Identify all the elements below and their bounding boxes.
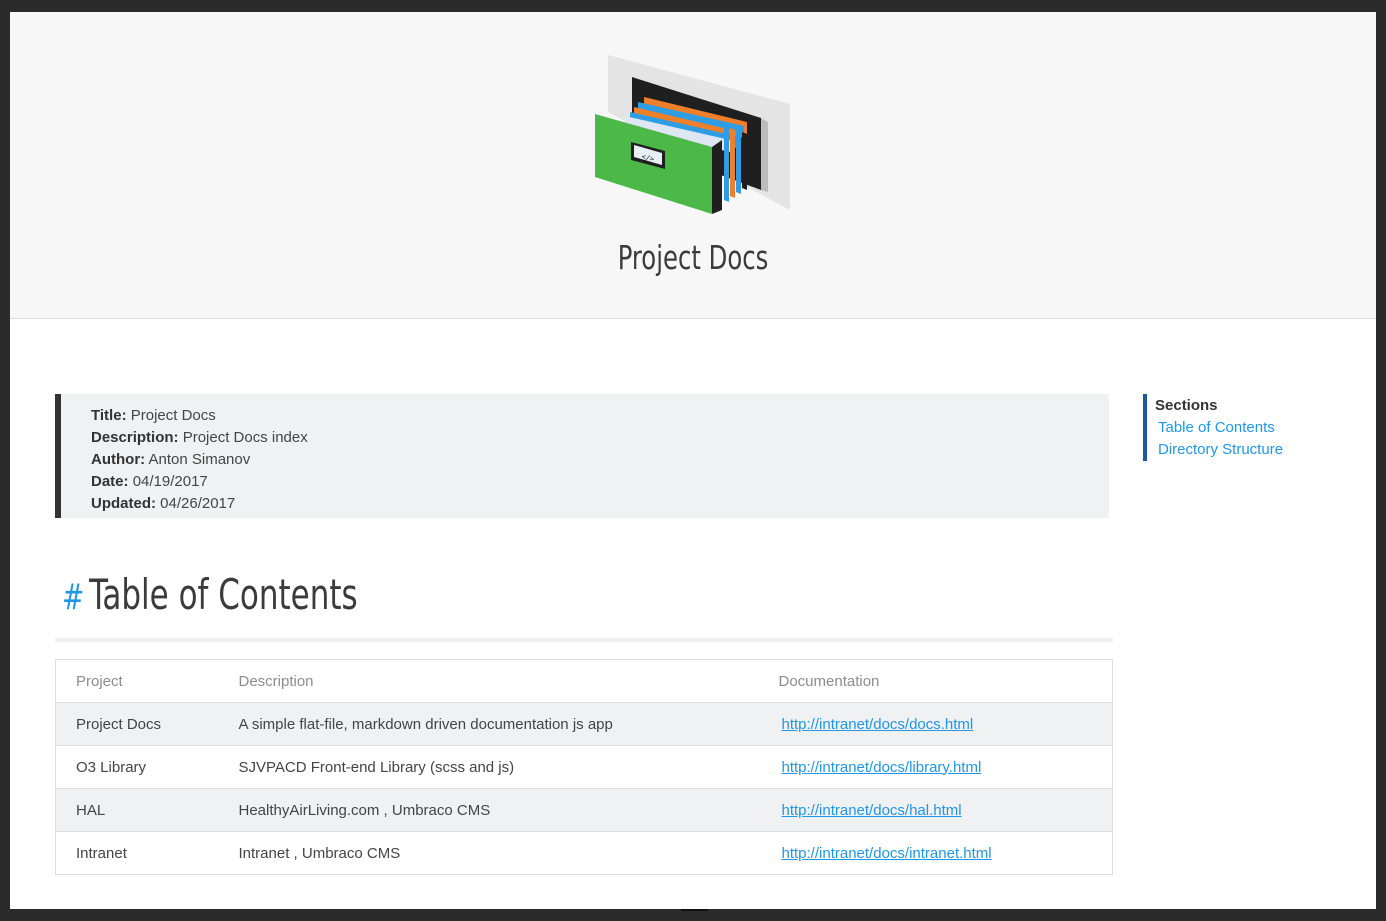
documentation-cell: http://intranet/docs/intranet.html — [758, 831, 1113, 875]
meta-date: Date: 04/19/2017 — [91, 471, 1109, 493]
meta-author: Author: Anton Simanov — [91, 449, 1109, 471]
meta-updated: Updated: 04/26/2017 — [91, 493, 1109, 515]
meta-description-value: Project Docs index — [182, 429, 308, 446]
doc-link[interactable]: http://intranet/docs/hal.html — [779, 802, 965, 819]
sidebar-link-table-of-contents[interactable]: Table of Contents — [1155, 417, 1283, 439]
column-header-description: Description — [218, 659, 759, 703]
description-cell: SJVPACD Front-end Library (scss and js) — [218, 745, 759, 789]
project-cell: HAL — [55, 788, 219, 832]
meta-title: Title: Project Docs — [91, 405, 1109, 427]
doc-link[interactable]: http://intranet/docs/intranet.html — [779, 845, 995, 862]
description-cell: HealthyAirLiving.com , Umbraco CMS — [218, 788, 759, 832]
sidebar-link-directory-structure[interactable]: Directory Structure — [1155, 439, 1283, 461]
meta-title-value: Project Docs — [130, 407, 216, 424]
table-row: O3 Library SJVPACD Front-end Library (sc… — [55, 745, 1113, 789]
meta-title-label: Title: — [91, 407, 127, 424]
doc-link[interactable]: http://intranet/docs/library.html — [779, 759, 985, 776]
meta-description-label: Description: — [91, 429, 179, 446]
projects-table: Project Description Documentation Projec… — [55, 659, 1113, 875]
meta-author-label: Author: — [91, 451, 146, 468]
description-cell: A simple flat-file, markdown driven docu… — [218, 702, 759, 746]
table-row: HAL HealthyAirLiving.com , Umbraco CMS h… — [55, 788, 1113, 832]
toc-heading-text: Table of Contents — [89, 570, 358, 619]
documentation-cell: http://intranet/docs/hal.html — [758, 788, 1113, 832]
front-matter-box: Title: Project Docs Description: Project… — [55, 394, 1109, 518]
project-cell: Intranet — [55, 831, 219, 875]
doc-link[interactable]: http://intranet/docs/docs.html — [779, 716, 977, 733]
site-header: </> Project Docs — [10, 12, 1376, 319]
page: </> Project Docs Title: Project Docs Des… — [10, 12, 1376, 909]
column-header-project: Project — [55, 659, 219, 703]
meta-updated-label: Updated: — [91, 495, 156, 512]
project-cell: Project Docs — [55, 702, 219, 746]
sidebar-title: Sections — [1155, 397, 1218, 414]
meta-date-label: Date: — [91, 473, 129, 490]
table-row: Project Docs A simple flat-file, markdow… — [55, 702, 1113, 746]
description-cell: Intranet , Umbraco CMS — [218, 831, 759, 875]
project-cell: O3 Library — [55, 745, 219, 789]
meta-description: Description: Project Docs index — [91, 427, 1109, 449]
table-row: Intranet Intranet , Umbraco CMS http://i… — [55, 831, 1113, 875]
meta-date-value: 04/19/2017 — [132, 473, 208, 490]
table-header-row: Project Description Documentation — [55, 659, 1113, 703]
documentation-cell: http://intranet/docs/library.html — [758, 745, 1113, 789]
meta-author-value: Anton Simanov — [148, 451, 251, 468]
file-cabinet-drawer-icon: </> — [595, 55, 790, 214]
meta-updated-value: 04/26/2017 — [160, 495, 236, 512]
heading-divider — [55, 638, 1113, 642]
documentation-cell: http://intranet/docs/docs.html — [758, 702, 1113, 746]
column-header-documentation: Documentation — [758, 659, 1113, 703]
sections-sidebar: Sections Table of Contents Directory Str… — [1143, 394, 1283, 461]
toc-heading: # Table of Contents — [62, 570, 358, 619]
anchor-hash-link[interactable]: # — [62, 577, 84, 618]
site-title: Project Docs — [617, 238, 769, 277]
scroll-indicator — [681, 909, 708, 911]
